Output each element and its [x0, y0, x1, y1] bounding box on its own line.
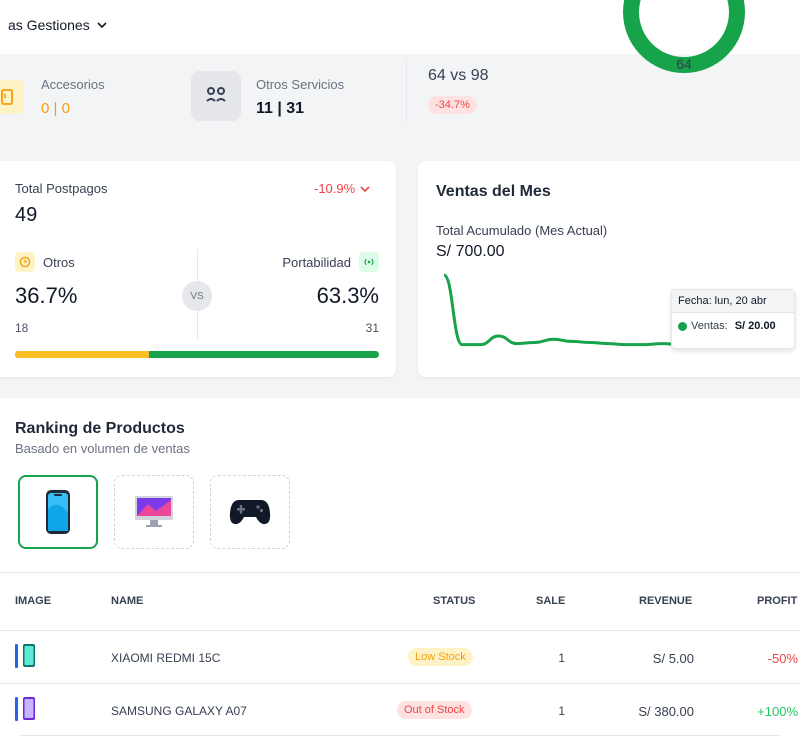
ranking-subtitle: Basado en volumen de ventas [15, 441, 190, 456]
product-name: XIAOMI REDMI 15C [111, 651, 221, 665]
table-header-row: IMAGE NAME STATUS SALE REVENUE PROFIT [0, 573, 800, 630]
chevron-down-icon [97, 22, 107, 29]
accesorios-icon-tile [0, 80, 24, 114]
otros-percent: 36.7% [15, 283, 78, 308]
ranking-title: Ranking de Productos [15, 420, 185, 437]
ventas-card: Ventas del Mes Total Acumulado (Mes Actu… [418, 161, 800, 377]
otros-servicios-icon-tile [191, 71, 241, 121]
tooltip-date: Fecha: lun, 20 abr [672, 290, 794, 313]
col-image-header: IMAGE [15, 595, 52, 607]
otros-servicios-label: Otros Servicios [256, 77, 345, 92]
otros-label: Otros [43, 254, 75, 270]
comparison-value: 64 vs 98 [428, 67, 489, 84]
gamepad-icon [229, 500, 271, 525]
row-divider [20, 735, 780, 736]
monitor-icon [135, 496, 173, 527]
category-gamepad[interactable] [210, 475, 290, 549]
table-row[interactable]: XIAOMI REDMI 15C Low Stock 1 S/ 5.00 -50… [0, 631, 800, 683]
category-monitor[interactable] [114, 475, 194, 549]
clock-icon [15, 252, 35, 272]
divider [406, 58, 407, 122]
portabilidad-percent: 63.3% [316, 283, 379, 308]
accessory-icon [1, 89, 13, 105]
product-thumb-icon [15, 644, 35, 668]
col-profit-header: PROFIT [757, 595, 798, 607]
product-revenue: S/ 5.00 [652, 651, 694, 666]
col-status-header: STATUS [433, 595, 476, 607]
product-name: SAMSUNG GALAXY A07 [111, 704, 247, 718]
status-badge: Out of Stock [397, 701, 472, 719]
comparison-delta-badge: -34.7% [428, 96, 477, 114]
ventas-subtitle: Total Acumulado (Mes Actual) [436, 223, 608, 238]
chart-tooltip: Fecha: lun, 20 abr Ventas: S/ 20.00 [671, 289, 795, 349]
gestiones-dropdown[interactable]: as Gestiones [8, 17, 108, 33]
tooltip-row: Ventas: S/ 20.00 [672, 313, 794, 339]
postpagos-card: Total Postpagos 49 -10.9% Otros 36.7% 18… [0, 161, 396, 377]
portabilidad-label-group: Portabilidad [282, 252, 379, 272]
gestiones-title: as Gestiones [8, 17, 90, 33]
table-row[interactable]: SAMSUNG GALAXY A07 Out of Stock 1 S/ 380… [0, 684, 800, 736]
ranking-section: Ranking de Productos Basado en volumen d… [0, 398, 800, 750]
otros-servicios-value: 11 | 31 [256, 100, 305, 117]
otros-label-group: Otros [15, 252, 75, 272]
category-smartphone[interactable] [18, 475, 98, 549]
postpagos-change-value: -10.9% [314, 181, 356, 196]
postpagos-title: Total Postpagos [15, 181, 108, 196]
status-badge: Low Stock [408, 648, 473, 666]
smartphone-icon [46, 490, 70, 534]
ventas-total: S/ 700.00 [436, 243, 505, 260]
antenna-icon [359, 252, 379, 272]
tooltip-label: Ventas: [691, 320, 728, 332]
split-progress-left [15, 351, 149, 358]
postpagos-change: -10.9% [314, 181, 370, 196]
services-icon [206, 87, 226, 102]
product-sale: 1 [558, 651, 565, 665]
chevron-down-icon [360, 185, 370, 192]
accesorios-label: Accesorios [41, 77, 105, 92]
portabilidad-count: 31 [365, 321, 379, 335]
series-dot-icon [678, 321, 687, 331]
product-profit: +100% [757, 704, 798, 719]
otros-count: 18 [15, 321, 29, 335]
split-progress-bar [15, 351, 379, 358]
donut-value: 64 [676, 56, 692, 72]
summary-strip: Accesorios 0 | 0 Otros Servicios 11 | 31… [0, 0, 800, 140]
portabilidad-label: Portabilidad [282, 254, 351, 270]
product-revenue: S/ 380.00 [638, 704, 694, 719]
col-revenue-header: REVENUE [639, 595, 693, 607]
tooltip-value: S/ 20.00 [734, 320, 776, 332]
product-sale: 1 [558, 704, 565, 718]
ventas-title: Ventas del Mes [436, 183, 551, 200]
vs-badge: VS [182, 281, 212, 311]
product-profit: -50% [767, 651, 798, 666]
col-sale-header: SALE [536, 595, 566, 607]
postpagos-total: 49 [15, 204, 38, 226]
product-thumb-icon [15, 697, 35, 721]
col-name-header: NAME [111, 595, 144, 607]
accesorios-value: 0 | 0 [41, 100, 70, 117]
